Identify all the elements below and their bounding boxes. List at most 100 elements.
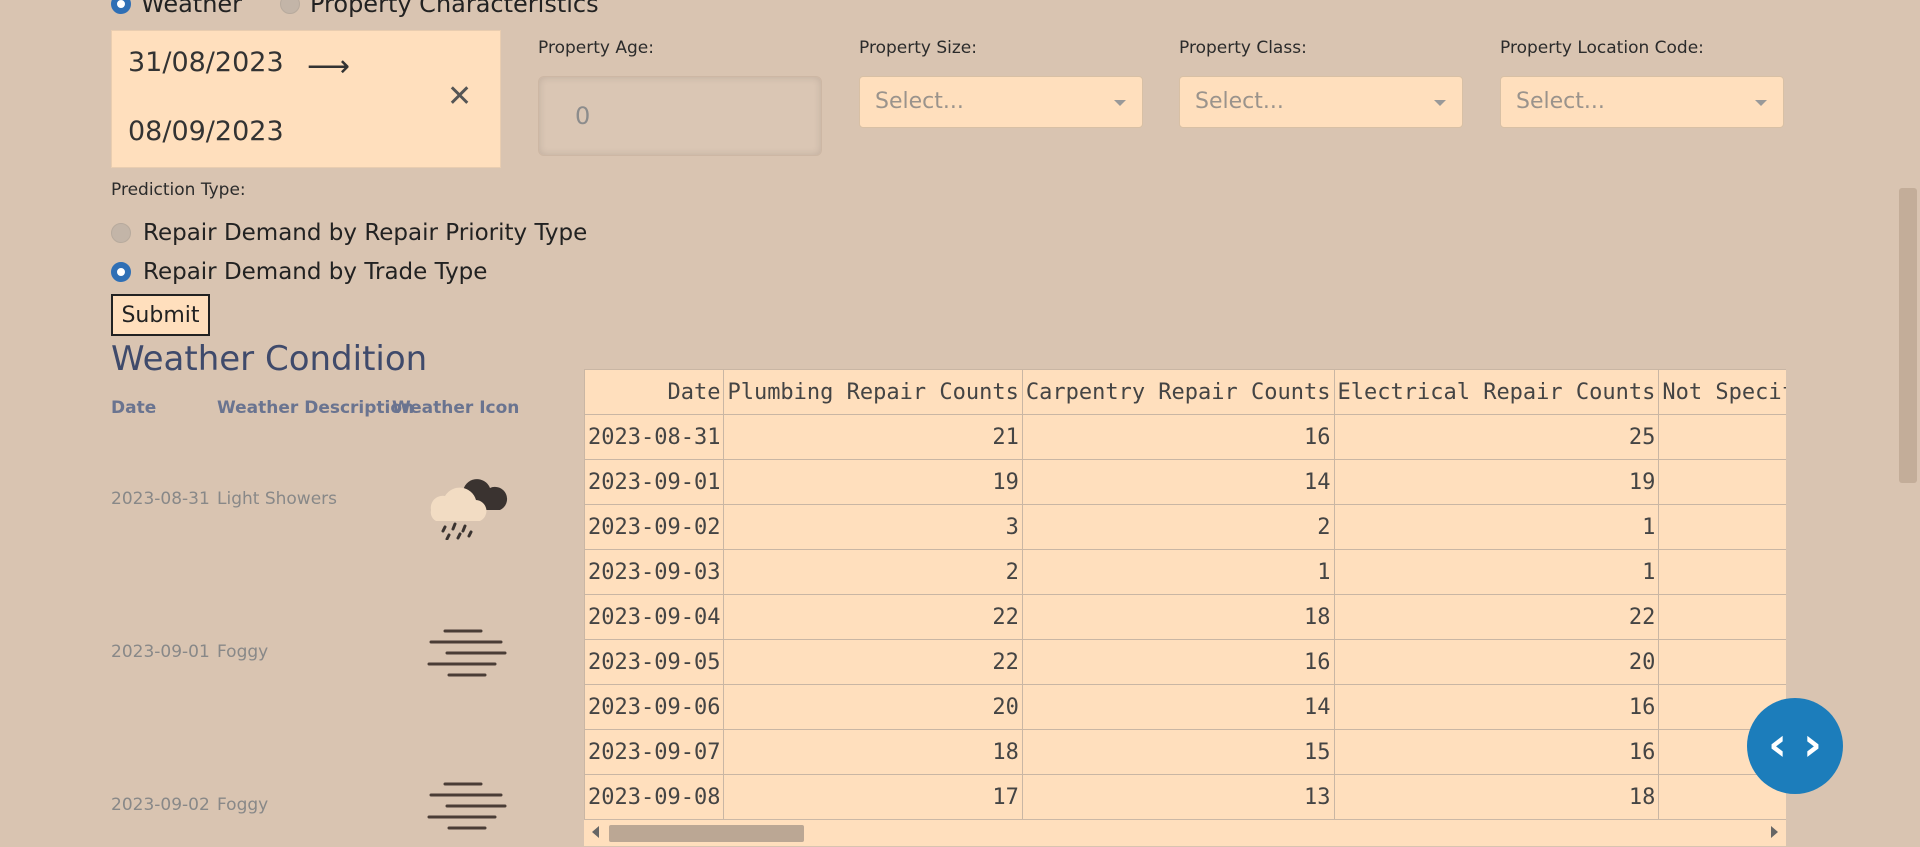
weather-condition-title: Weather Condition [111, 339, 428, 379]
radio-weather-label: Weather [141, 0, 243, 18]
table-cell[interactable]: 2023-08-31 [584, 414, 725, 460]
table-cell[interactable]: 1 [1021, 549, 1335, 595]
property-size-select[interactable]: Select... [859, 76, 1143, 128]
property-location-label: Property Location Code: [1500, 38, 1704, 58]
table-cell[interactable]: 2023-09-02 [584, 504, 725, 550]
table-cell[interactable] [1658, 504, 1786, 550]
arrow-right-icon: ⟶ [307, 49, 351, 84]
radio-weather-indicator[interactable] [111, 0, 131, 14]
col-date[interactable]: Date [584, 369, 725, 415]
code-toggle-button[interactable]: ‹ › [1747, 698, 1843, 794]
weather-col-description: Weather Description [217, 398, 415, 418]
property-age-input[interactable]: 0 [538, 76, 822, 156]
weather-col-icon: Weather Icon [392, 398, 520, 418]
weather-row-date: 2023-09-02 [111, 795, 210, 815]
end-date-input[interactable]: 08/09/2023 [128, 116, 284, 147]
table-cell[interactable]: 1 [1333, 504, 1660, 550]
rain-showers-icon [430, 479, 508, 540]
table-cell[interactable]: 19 [723, 459, 1023, 505]
table-cell[interactable]: 16 [1333, 684, 1660, 730]
table-cell[interactable]: 2 [1021, 504, 1335, 550]
radio-trade-type-label: Repair Demand by Trade Type [143, 259, 488, 285]
table-cell[interactable]: 21 [723, 414, 1023, 460]
table-cell[interactable]: 3 [723, 504, 1023, 550]
table-cell[interactable]: 22 [723, 639, 1023, 685]
fog-icon [427, 782, 507, 830]
scrollbar-thumb[interactable] [609, 825, 804, 842]
table-cell[interactable]: 20 [1333, 639, 1660, 685]
col-plumbing[interactable]: Plumbing Repair Counts [723, 369, 1023, 415]
start-date-input[interactable]: 31/08/2023 [128, 47, 284, 78]
date-range-picker[interactable]: 31/08/2023 ⟶ 08/09/2023 ✕ [111, 30, 501, 168]
table-cell[interactable] [1658, 594, 1786, 640]
table-row: 2023-08-31 21 16 25 [584, 414, 1786, 460]
weather-row-date: 2023-09-01 [111, 642, 210, 662]
table-cell[interactable]: 14 [1021, 459, 1335, 505]
fog-icon [427, 629, 507, 677]
radio-priority-type[interactable]: Repair Demand by Repair Priority Type [111, 220, 587, 246]
table-cell[interactable]: 2023-09-04 [584, 594, 725, 640]
table-cell[interactable]: 16 [1021, 414, 1335, 460]
chevron-down-icon [1755, 100, 1767, 106]
table-cell[interactable]: 2023-09-03 [584, 549, 725, 595]
table-cell[interactable]: 22 [1333, 594, 1660, 640]
weather-col-date: Date [111, 398, 157, 418]
radio-priority-type-indicator[interactable] [111, 223, 131, 243]
code-brackets-icon: ‹ › [1768, 717, 1822, 771]
table-cell[interactable]: 13 [1021, 774, 1335, 819]
radio-weather[interactable]: Weather [111, 0, 242, 18]
chevron-down-icon [1434, 100, 1446, 106]
table-cell[interactable]: 1 [1333, 549, 1660, 595]
table-cell[interactable] [1658, 459, 1786, 505]
submit-button[interactable]: Submit [111, 294, 210, 336]
table-cell[interactable]: 2023-09-01 [584, 459, 725, 505]
clear-dates-icon[interactable]: ✕ [447, 79, 472, 114]
table-cell[interactable] [1658, 414, 1786, 460]
weather-row-description: Foggy [217, 642, 269, 662]
table-cell[interactable]: 2023-09-06 [584, 684, 725, 730]
radio-property-characteristics-indicator[interactable] [280, 0, 300, 14]
table-cell[interactable]: 15 [1021, 729, 1335, 775]
radio-property-characteristics[interactable]: Property Characteristics [280, 0, 599, 18]
repair-counts-table[interactable]: Date Plumbing Repair Counts Carpentry Re… [584, 369, 1786, 819]
table-cell[interactable]: 14 [1021, 684, 1335, 730]
property-class-select[interactable]: Select... [1179, 76, 1463, 128]
table-cell[interactable]: 18 [1021, 594, 1335, 640]
col-not-specified[interactable]: Not Specif [1658, 369, 1786, 415]
col-carpentry[interactable]: Carpentry Repair Counts [1021, 369, 1335, 415]
table-cell[interactable] [1658, 549, 1786, 595]
table-row: 2023-09-06 20 14 16 [584, 684, 1786, 730]
table-cell[interactable]: 2023-09-08 [584, 774, 725, 819]
vertical-scrollbar[interactable] [1896, 0, 1920, 847]
table-cell[interactable]: 2023-09-07 [584, 729, 725, 775]
repair-counts-grid: Date Plumbing Repair Counts Carpentry Re… [584, 369, 1786, 819]
table-cell[interactable]: 16 [1333, 729, 1660, 775]
horizontal-scrollbar[interactable] [584, 819, 1786, 846]
table-cell[interactable] [1658, 639, 1786, 685]
table-cell[interactable]: 20 [723, 684, 1023, 730]
radio-trade-type[interactable]: Repair Demand by Trade Type [111, 259, 487, 285]
table-cell[interactable]: 2 [723, 549, 1023, 595]
scroll-right-icon[interactable] [1771, 826, 1778, 838]
table-cell[interactable]: 18 [723, 729, 1023, 775]
table-cell[interactable]: 18 [1333, 774, 1660, 819]
table-cell[interactable]: 16 [1021, 639, 1335, 685]
table-cell[interactable]: 17 [723, 774, 1023, 819]
property-location-select[interactable]: Select... [1500, 76, 1784, 128]
table-cell[interactable]: 2023-09-05 [584, 639, 725, 685]
table-row: 2023-09-05 22 16 20 [584, 639, 1786, 685]
table-cell[interactable]: 25 [1333, 414, 1660, 460]
property-class-placeholder: Select... [1195, 89, 1284, 114]
property-age-label: Property Age: [538, 38, 654, 58]
table-row: 2023-09-02 3 2 1 [584, 504, 1786, 550]
table-cell[interactable]: 19 [1333, 459, 1660, 505]
table-row: 2023-09-07 18 15 16 [584, 729, 1786, 775]
table-row: 2023-09-01 19 14 19 [584, 459, 1786, 505]
col-electrical[interactable]: Electrical Repair Counts [1333, 369, 1660, 415]
scrollbar-thumb[interactable] [1899, 188, 1917, 483]
radio-trade-type-indicator[interactable] [111, 262, 131, 282]
table-row: 2023-09-04 22 18 22 [584, 594, 1786, 640]
table-cell[interactable]: 22 [723, 594, 1023, 640]
scroll-left-icon[interactable] [592, 826, 599, 838]
property-size-placeholder: Select... [875, 89, 964, 114]
